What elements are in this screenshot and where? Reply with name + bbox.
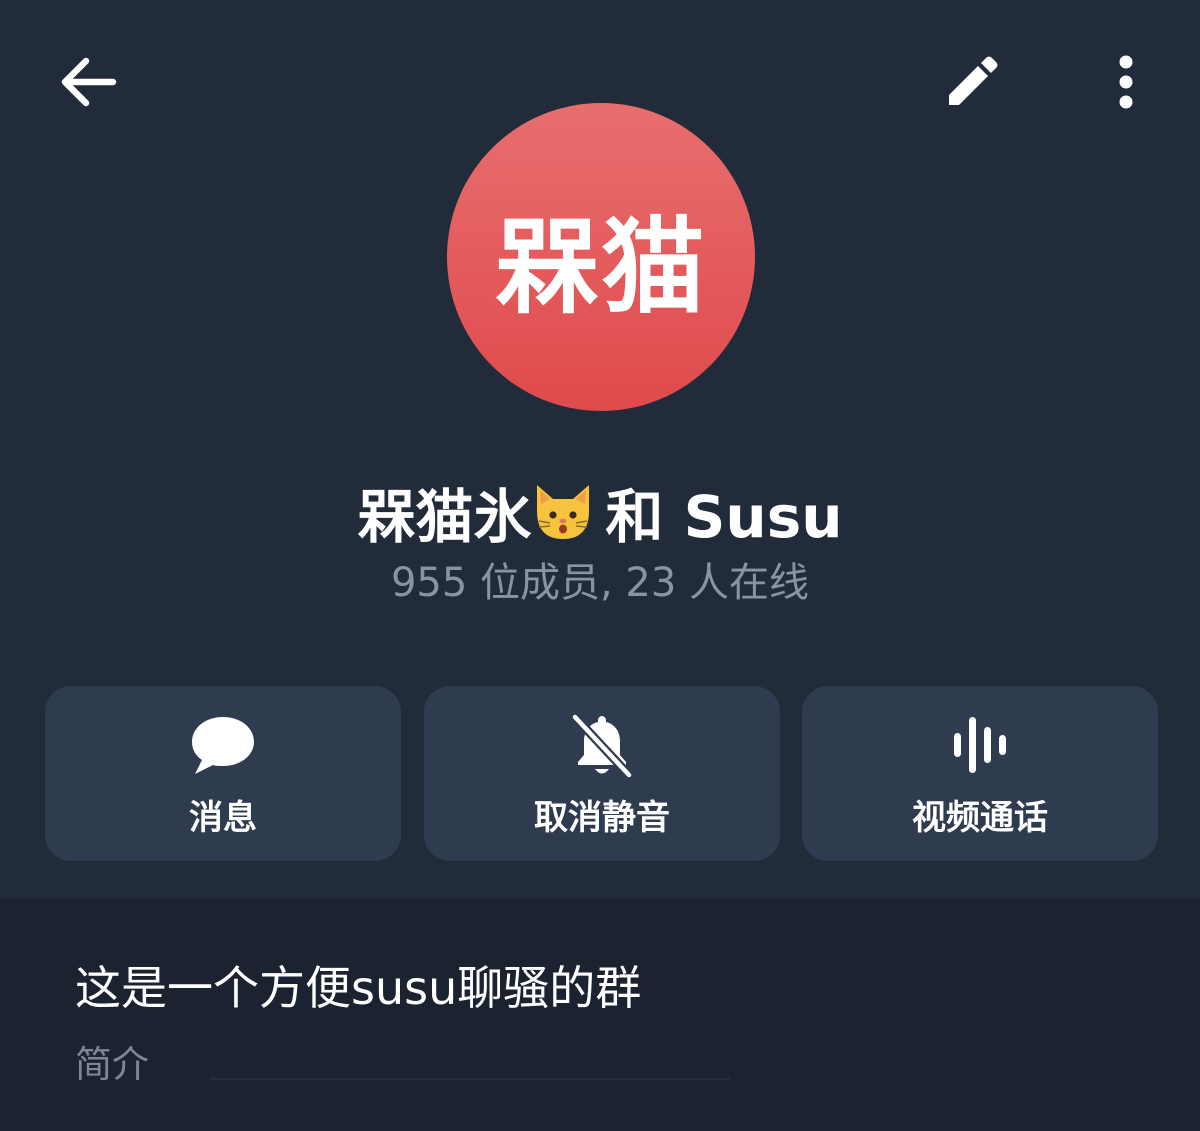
unmute-label: 取消静音 bbox=[534, 798, 670, 838]
back-button[interactable] bbox=[40, 34, 136, 130]
group-title-text: 槑猫氷 bbox=[357, 483, 532, 551]
message-button[interactable]: 消息 bbox=[45, 686, 401, 861]
chat-bubble-icon bbox=[192, 717, 254, 774]
description-label: 简介 bbox=[75, 1043, 149, 1086]
video-call-button[interactable]: 视频通话 bbox=[802, 686, 1158, 861]
pencil-icon bbox=[949, 56, 998, 105]
group-avatar[interactable]: 槑猫 bbox=[447, 103, 755, 411]
member-count: 955 位成员, 23 人在线 bbox=[390, 560, 810, 606]
arrow-left-icon bbox=[61, 57, 117, 107]
bell-off-icon bbox=[571, 713, 633, 778]
video-call-label: 视频通话 bbox=[912, 798, 1048, 838]
unmute-button[interactable]: 取消静音 bbox=[424, 686, 780, 861]
more-options-button[interactable] bbox=[1078, 34, 1174, 130]
group-description[interactable]: 这是一个方便susu聊骚的群 bbox=[75, 952, 641, 1018]
divider bbox=[210, 1078, 730, 1080]
cat-face-icon bbox=[531, 481, 595, 557]
message-label: 消息 bbox=[189, 798, 257, 838]
action-row: 消息 取消静音 视频通话 bbox=[45, 686, 1158, 861]
edit-button[interactable] bbox=[924, 34, 1020, 130]
group-title: 槑猫氷 和 Susu bbox=[0, 470, 1200, 557]
avatar-initials: 槑猫 bbox=[494, 205, 707, 328]
more-vertical-icon bbox=[1119, 55, 1133, 109]
group-info-section: 这是一个方便susu聊骚的群 简介 bbox=[0, 898, 1200, 1131]
voice-wave-icon bbox=[954, 717, 1006, 773]
group-title-suffix: 和 Susu bbox=[605, 483, 843, 551]
